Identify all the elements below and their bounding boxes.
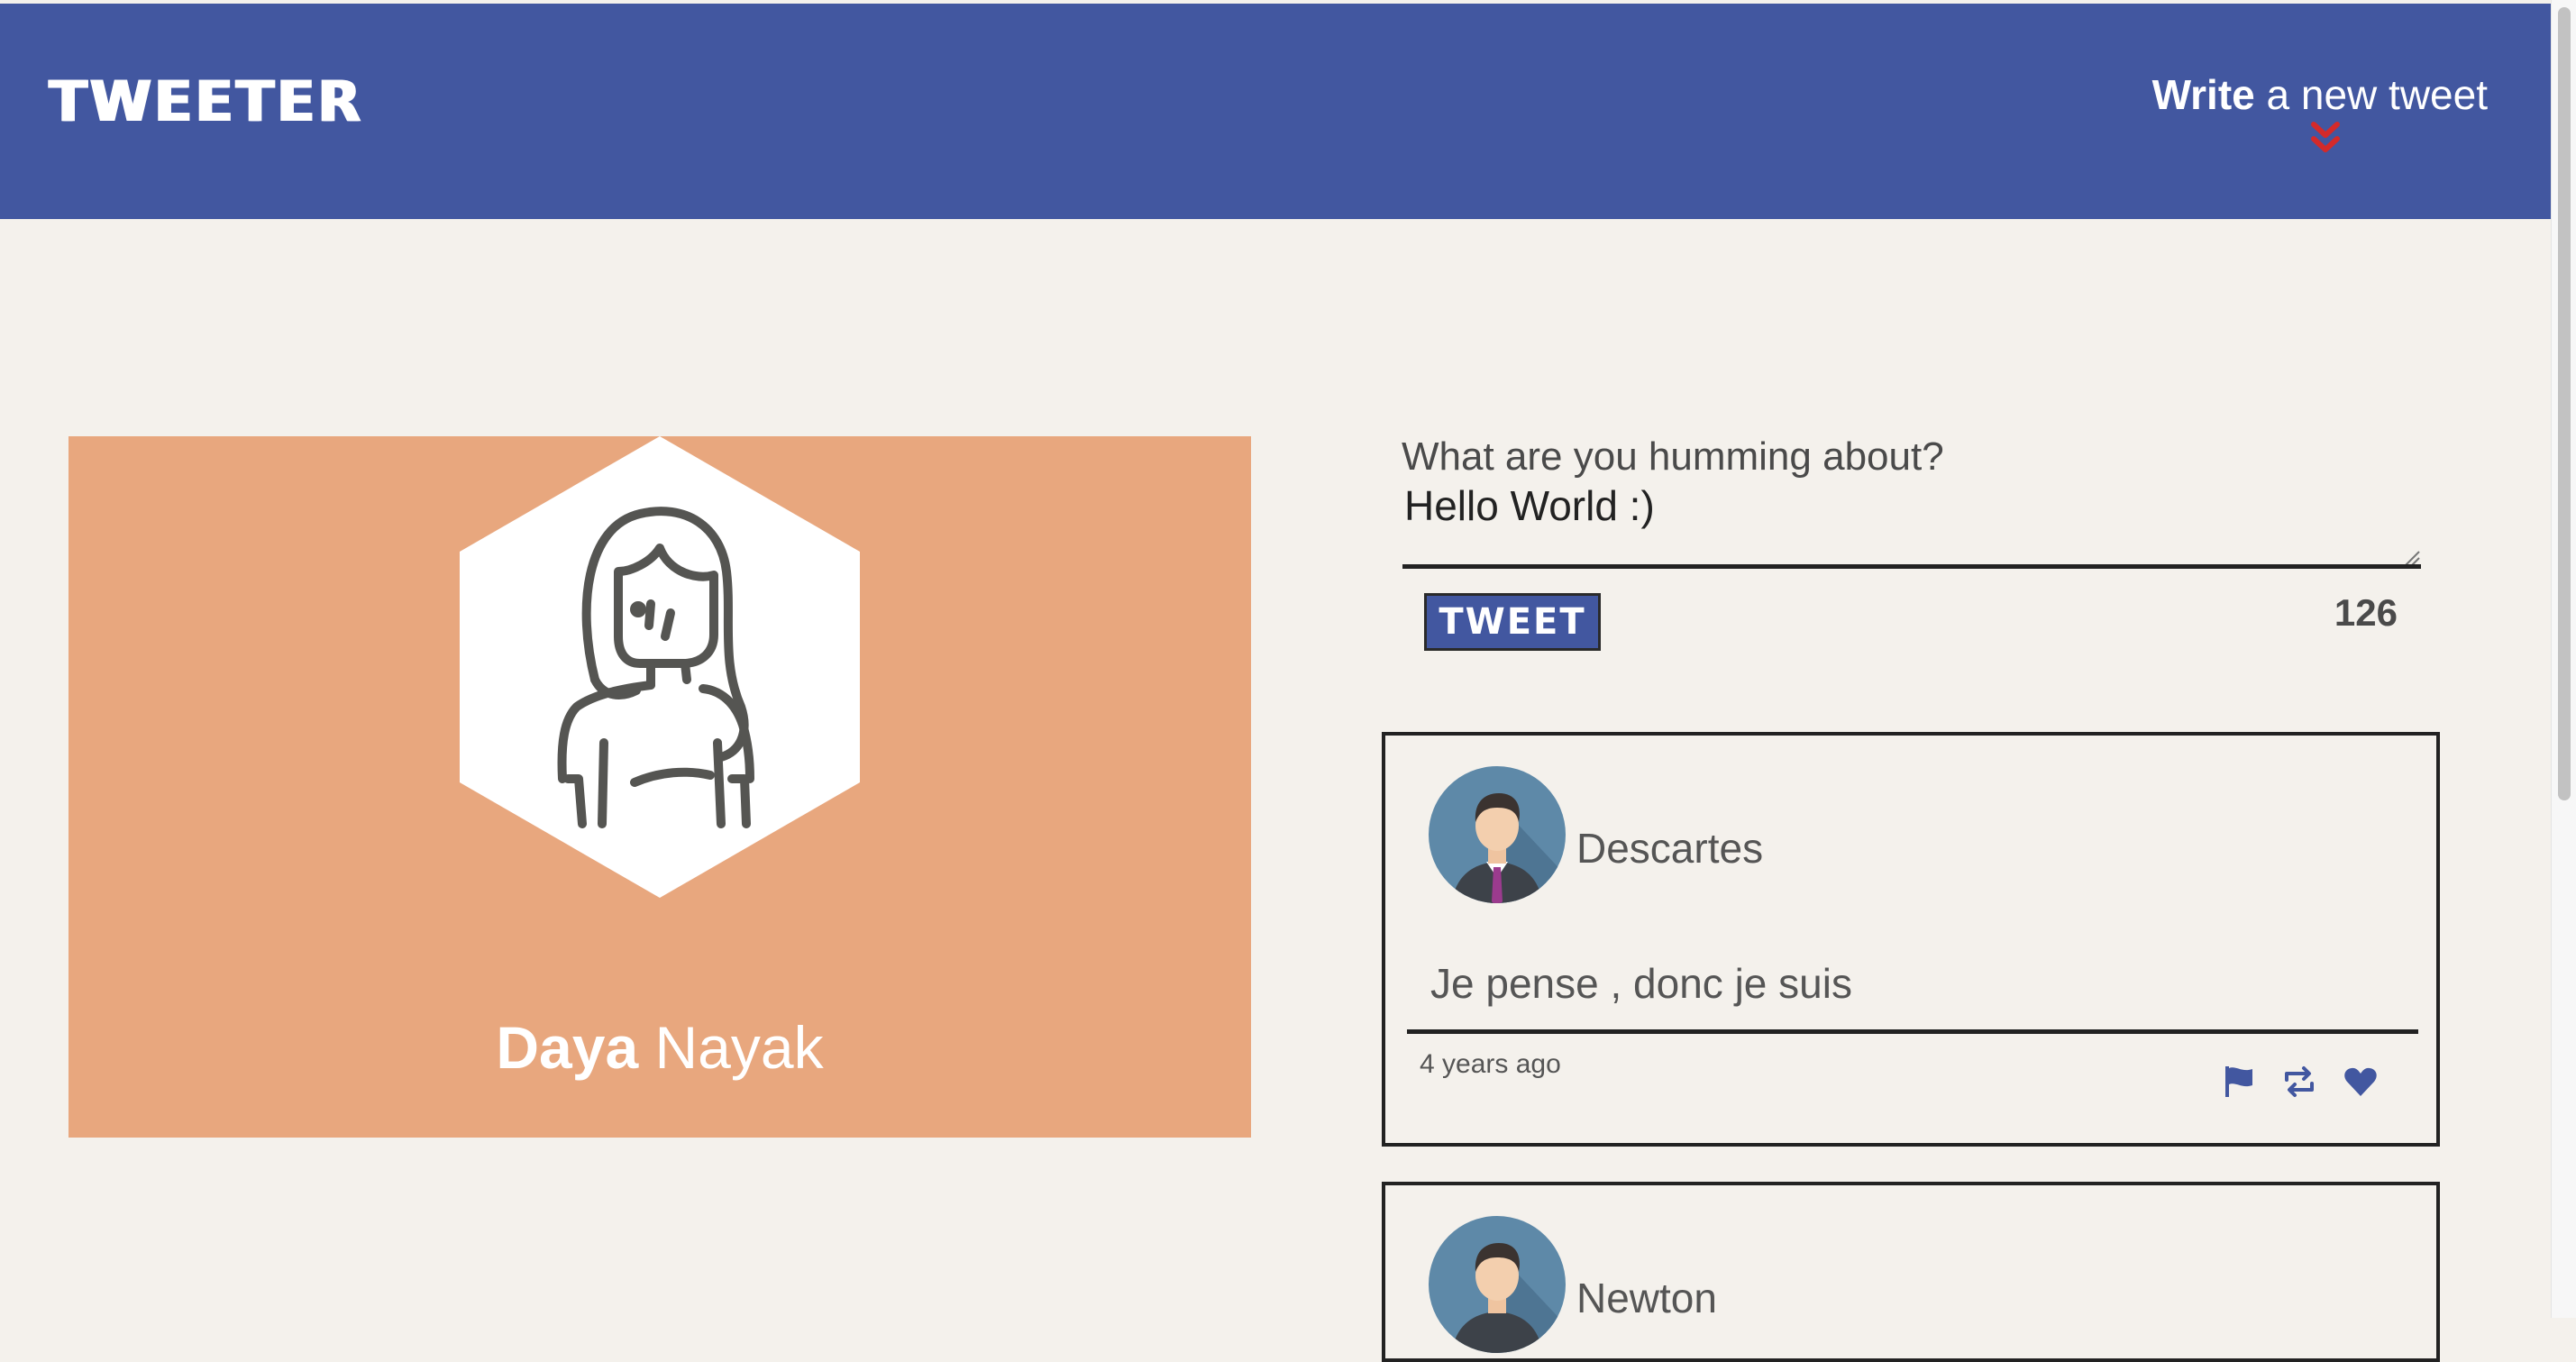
avatar-man-icon xyxy=(1429,766,1566,903)
composer-label: What are you humming about? xyxy=(1402,434,1944,479)
profile-card: Daya Nayak xyxy=(69,436,1251,1138)
scrollbar-thumb[interactable] xyxy=(2558,7,2571,800)
write-new-tweet-toggle[interactable]: Write a new tweet xyxy=(2109,70,2488,169)
compose-toggle-rest: a new tweet xyxy=(2254,71,2489,118)
profile-name: Daya Nayak xyxy=(69,1013,1251,1082)
flag-icon[interactable] xyxy=(2222,1064,2258,1100)
tweet-divider xyxy=(1407,1029,2418,1034)
brand-logo[interactable]: TWEETER xyxy=(49,69,363,134)
composer-underline xyxy=(1402,564,2421,569)
tweet-card: Descartes Je pense , donc je suis 4 year… xyxy=(1382,732,2440,1147)
double-chevron-down-icon[interactable] xyxy=(2310,121,2341,157)
char-counter: 126 xyxy=(2334,591,2398,634)
profile-last-name: Nayak xyxy=(638,1014,824,1081)
page-scrollbar[interactable] xyxy=(2551,0,2576,1318)
tweet-textarea[interactable]: Hello World :) xyxy=(1402,478,2421,564)
heart-icon[interactable] xyxy=(2343,1064,2379,1100)
avatar-man-icon xyxy=(1429,1216,1566,1353)
tweet-author[interactable]: Descartes xyxy=(1576,824,1763,873)
profile-first-name: Daya xyxy=(496,1014,639,1081)
tweet-submit-button[interactable]: TWEET xyxy=(1424,593,1601,651)
user-avatar-woman-icon xyxy=(460,436,860,898)
top-nav-bar: TWEETER Write a new tweet xyxy=(0,4,2551,219)
tweet-author[interactable]: Newton xyxy=(1576,1274,1717,1322)
compose-toggle-strong: Write xyxy=(2151,71,2255,118)
retweet-icon[interactable] xyxy=(2281,1064,2317,1100)
tweet-card: Newton xyxy=(1382,1182,2440,1362)
tweet-timestamp: 4 years ago xyxy=(1420,1049,1561,1079)
tweet-text: Je pense , donc je suis xyxy=(1430,960,1852,1007)
